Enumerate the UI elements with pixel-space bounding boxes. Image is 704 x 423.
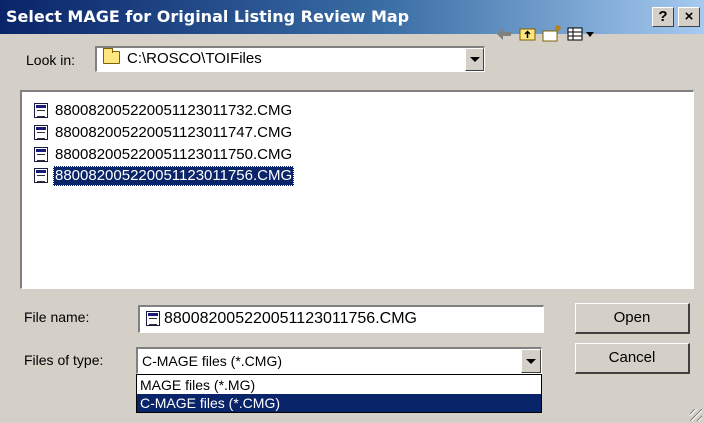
up-folder-icon[interactable] (518, 23, 538, 45)
cmg-file-icon (34, 103, 48, 118)
file-name-text: 880082005220051123011750.CMG (55, 146, 293, 163)
files-of-type-label: Files of type: (24, 352, 104, 368)
file-name-text: 880082005220051123011747.CMG (55, 124, 293, 141)
files-of-type-value: C-MAGE files (*.CMG) (142, 353, 282, 369)
file-list[interactable]: 880082005220051123011732.CMG 88008200522… (20, 90, 694, 289)
view-menu-icon[interactable] (566, 23, 600, 45)
folder-icon (103, 48, 120, 64)
files-of-type-dropdown[interactable]: C-MAGE files (*.CMG) (136, 347, 542, 374)
resize-grip-icon[interactable] (690, 409, 702, 421)
look-in-dropdown-button[interactable] (465, 48, 484, 71)
look-in-label: Look in: (26, 52, 76, 68)
file-name-text: 880082005220051123011756.CMG (53, 166, 295, 186)
back-arrow-icon[interactable] (494, 23, 514, 45)
file-type-option[interactable]: MAGE files (*.MG) (137, 376, 541, 394)
cmg-file-icon (34, 125, 48, 140)
files-of-type-dropdown-button[interactable] (521, 349, 541, 373)
open-button[interactable]: Open (575, 303, 690, 334)
cancel-button[interactable]: Cancel (575, 343, 690, 374)
new-folder-icon[interactable] (541, 23, 563, 45)
file-name-input[interactable]: 880082005220051123011756.CMG (138, 305, 544, 333)
cmg-file-icon (34, 168, 48, 183)
file-type-dropdown-list[interactable]: MAGE files (*.MG) C-MAGE files (*.CMG) (136, 374, 542, 413)
file-name-label: File name: (24, 309, 90, 325)
window-title: Select MAGE for Original Listing Review … (6, 7, 410, 26)
cmg-file-icon (146, 311, 160, 326)
cmg-file-icon (34, 147, 48, 162)
close-button[interactable]: × (678, 7, 700, 27)
help-button[interactable]: ? (652, 7, 674, 27)
chevron-down-icon (526, 358, 536, 364)
file-name-value: 880082005220051123011756.CMG (164, 310, 417, 327)
file-name-text: 880082005220051123011732.CMG (55, 102, 293, 119)
chevron-down-icon (469, 57, 480, 62)
look-in-dropdown[interactable]: C:\ROSCO\TOIFiles (95, 46, 485, 72)
look-in-value: C:\ROSCO\TOIFiles (127, 50, 262, 67)
file-type-option-selected[interactable]: C-MAGE files (*.CMG) (137, 394, 541, 412)
